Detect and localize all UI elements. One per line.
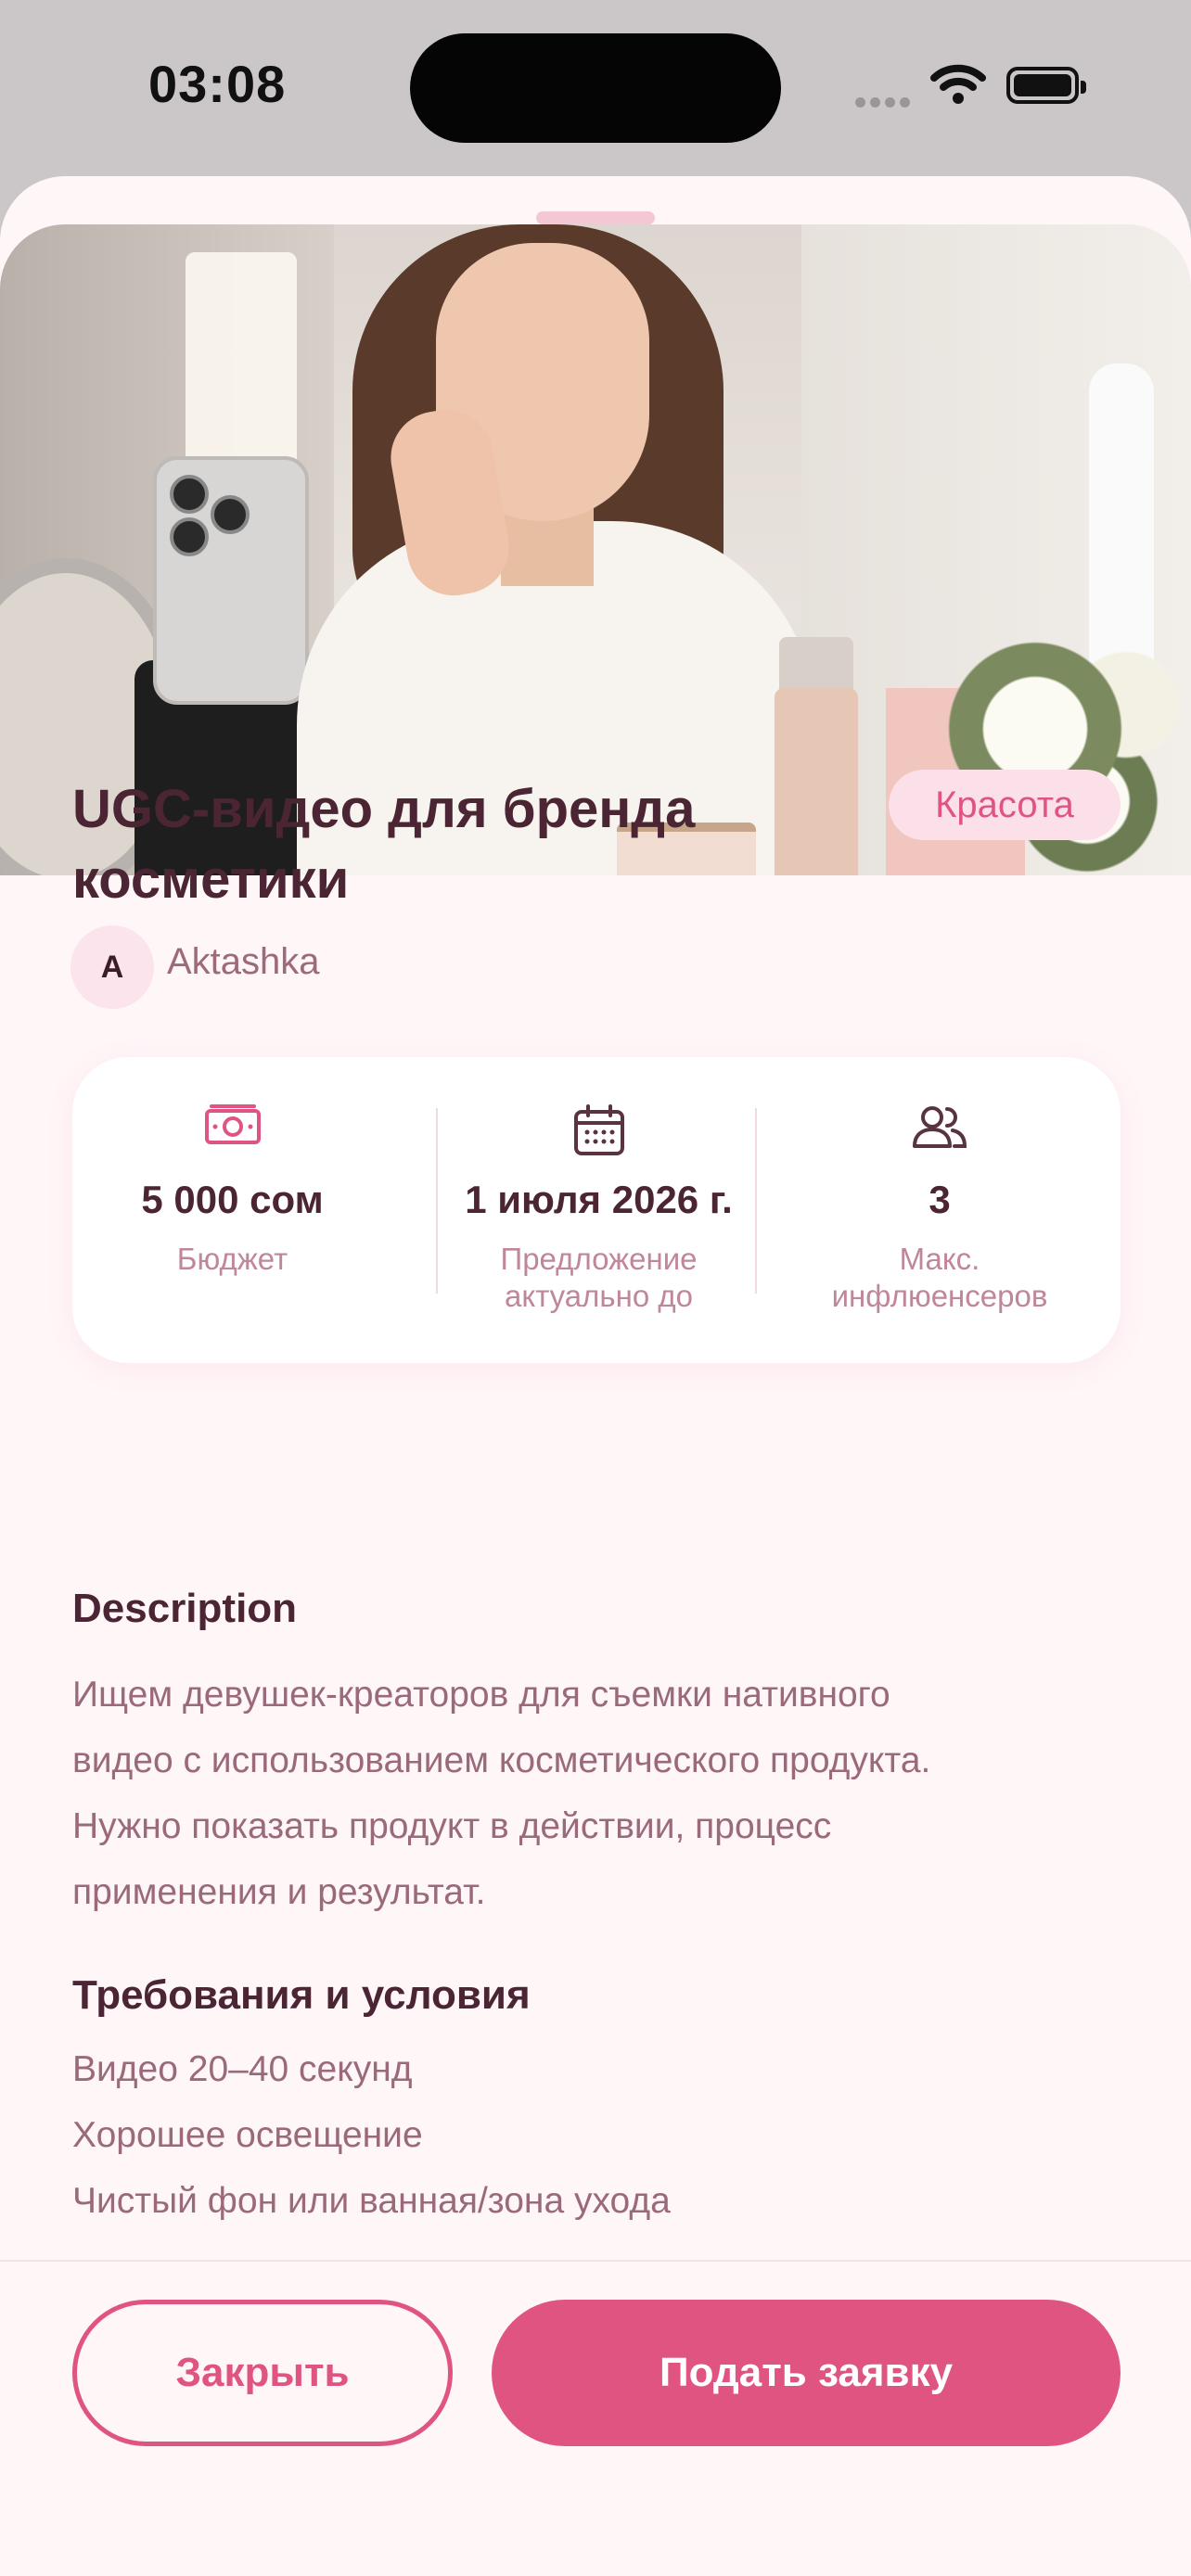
budget-value: 5 000 сом bbox=[141, 1178, 324, 1221]
sheet-grabber[interactable] bbox=[536, 211, 655, 224]
requirement-item: Хорошее освещение bbox=[72, 2115, 423, 2155]
stats-divider bbox=[436, 1108, 438, 1294]
status-bar: 03:08 bbox=[0, 0, 1191, 176]
battery-icon bbox=[1006, 67, 1086, 104]
dynamic-island bbox=[410, 33, 781, 143]
offer-sheet: UGC-видео для бренда косметики Красота A… bbox=[0, 176, 1191, 2576]
wifi-icon bbox=[930, 64, 986, 104]
stat-budget: 5 000 сом Бюджет bbox=[72, 1057, 392, 1363]
requirement-item: Чистый фон или ванная/зона ухода bbox=[72, 2181, 671, 2221]
requirements-heading: Требования и условия bbox=[72, 1972, 531, 2018]
apply-button[interactable]: Подать заявку bbox=[492, 2300, 1121, 2446]
budget-label: Бюджет bbox=[176, 1242, 288, 1276]
stat-deadline: 1 июля 2026 г. Предложение актуально до bbox=[439, 1057, 759, 1363]
category-badge: Красота bbox=[889, 770, 1121, 840]
stats-divider bbox=[755, 1108, 757, 1294]
max-influencers-label: Макс. инфлюенсеров bbox=[831, 1242, 1048, 1313]
status-time: 03:08 bbox=[148, 55, 287, 113]
description-heading: Description bbox=[72, 1586, 298, 1631]
money-icon bbox=[204, 1104, 261, 1144]
author-name: Aktashka bbox=[167, 941, 320, 982]
cellular-signal-icon bbox=[855, 96, 915, 112]
description-text: Ищем девушек-креаторов для съемки нативн… bbox=[72, 1675, 931, 1912]
stats-card: 5 000 сом Бюджет 1 июля 2026 г. Предложе… bbox=[72, 1057, 1121, 1363]
offer-title: UGC-видео для бренда косметики bbox=[72, 779, 696, 910]
close-button[interactable]: Закрыть bbox=[72, 2300, 453, 2446]
max-influencers-value: 3 bbox=[928, 1178, 951, 1221]
users-icon bbox=[913, 1106, 967, 1148]
avatar: A bbox=[70, 925, 154, 1009]
requirement-item: Видео 20–40 секунд bbox=[72, 2049, 413, 2089]
stat-max-influencers: 3 Макс. инфлюенсеров bbox=[759, 1057, 1121, 1363]
deadline-value: 1 июля 2026 г. bbox=[465, 1178, 733, 1221]
footer-divider bbox=[0, 2260, 1191, 2262]
deadline-label: Предложение актуально до bbox=[500, 1242, 698, 1313]
calendar-icon bbox=[573, 1104, 624, 1155]
